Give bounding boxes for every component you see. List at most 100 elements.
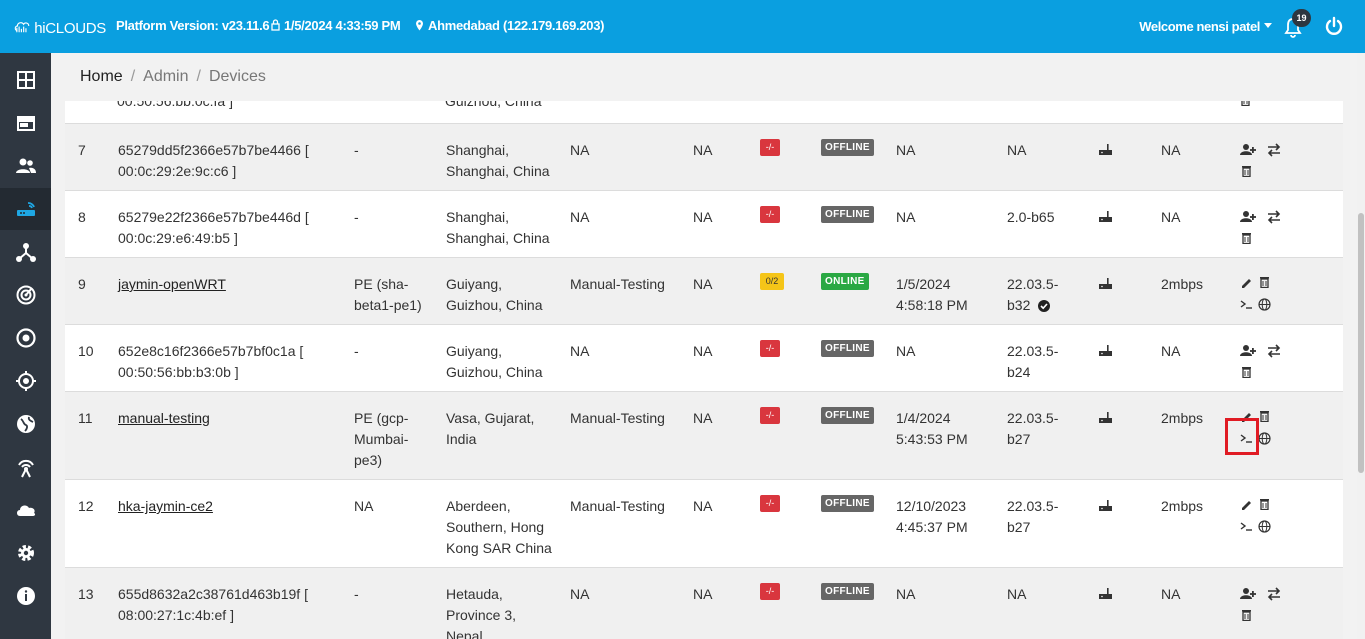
pencil-icon[interactable] — [1241, 499, 1253, 511]
add-user-icon[interactable] — [1240, 587, 1256, 600]
sidebar-item-radar[interactable] — [0, 274, 51, 316]
sidebar-item-globe[interactable] — [0, 403, 51, 445]
table-row: 12 hka-jaymin-ce2 NA Aberdeen, Southern, Hon… — [65, 480, 1343, 568]
user-menu[interactable]: Welcome nensi patel — [1139, 19, 1260, 34]
firmware-cell: NA — [1007, 586, 1027, 602]
trash-icon[interactable] — [1259, 410, 1270, 422]
na-cell: NA — [693, 276, 713, 292]
globe-icon[interactable] — [1258, 432, 1271, 445]
sidebar-item-settings[interactable] — [0, 532, 51, 574]
crosshair-icon — [15, 371, 36, 391]
swap-icon[interactable] — [1267, 587, 1281, 601]
console-icon[interactable] — [1240, 520, 1253, 533]
location-cell: Guizhou, China — [446, 364, 543, 380]
trash-icon[interactable] — [1259, 498, 1270, 510]
sidebar-item-dashboard[interactable] — [0, 59, 51, 101]
location-cell: Shanghai, — [446, 142, 510, 158]
tunnel-status-badge: -/- — [760, 407, 780, 424]
logo-text: hiCLOUDS — [34, 19, 106, 37]
location-cell: Kong SAR China — [446, 540, 552, 556]
sidebar-item-network[interactable] — [0, 231, 51, 273]
group-cell: Manual-Testing — [570, 498, 665, 514]
power-icon[interactable] — [1324, 16, 1344, 36]
breadcrumb-devices: Devices — [208, 68, 266, 85]
bandwidth-cell: 2mbps — [1161, 276, 1204, 292]
location-cell: Aberdeen, — [446, 498, 511, 514]
status-badge: OFFLINE — [821, 206, 874, 223]
devices-content: 00:50:56:bb:0c:fa ] Guizhou, China 7 6527… — [51, 101, 1357, 639]
device-name-cell[interactable]: manual-testing — [118, 408, 210, 429]
router-icon — [16, 202, 35, 216]
sidebar-item-broadcast[interactable] — [0, 446, 51, 488]
console-icon[interactable] — [1240, 298, 1253, 311]
trash-icon[interactable] — [1240, 101, 1251, 106]
sidebar-item-location[interactable] — [0, 360, 51, 402]
location-cell: Province 3, — [446, 607, 517, 623]
status-badge: OFFLINE — [821, 407, 874, 424]
sidebar-item-users[interactable] — [0, 145, 51, 187]
chevron-down-icon[interactable] — [1264, 23, 1272, 28]
bandwidth-cell: NA — [1161, 343, 1181, 359]
device-mac-cell: 00:50:56:bb:b3:0b ] — [118, 364, 239, 380]
device-name-cell[interactable]: hka-jaymin-ce2 — [118, 496, 213, 517]
globe-icon — [16, 415, 35, 433]
sidebar-item-info[interactable] — [0, 575, 51, 617]
location-cell: Guiyang, — [446, 276, 503, 292]
last-seen-cell: 1/5/2024 — [896, 276, 951, 292]
sidebar-item-target[interactable] — [0, 317, 51, 359]
trash-icon[interactable] — [1259, 276, 1270, 288]
notification-badge: 19 — [1292, 9, 1311, 27]
firmware-cell: 22.03.5- — [1007, 410, 1059, 426]
trash-icon[interactable] — [1241, 366, 1252, 378]
device-name-cell: 65279e22f2366e57b7be446d [ — [118, 209, 309, 225]
swap-icon[interactable] — [1267, 344, 1281, 358]
sidebar-item-devices[interactable] — [0, 188, 51, 230]
last-seen-cell: 4:45:37 PM — [896, 519, 968, 535]
location-cell: Shanghai, China — [446, 163, 550, 179]
tunnel-status-badge: -/- — [760, 583, 780, 600]
router-icon — [1099, 278, 1112, 289]
breadcrumb-admin[interactable]: Admin — [143, 68, 188, 86]
breadcrumb-separator: / — [196, 68, 201, 85]
router-icon — [1099, 345, 1112, 356]
group-cell: NA — [570, 586, 590, 602]
trash-icon[interactable] — [1241, 165, 1252, 177]
cloud-icon — [16, 505, 35, 516]
bandwidth-cell: NA — [1161, 586, 1181, 602]
add-user-icon[interactable] — [1240, 143, 1256, 156]
add-user-icon[interactable] — [1240, 344, 1256, 357]
swap-icon[interactable] — [1267, 210, 1281, 224]
bandwidth-cell: 2mbps — [1161, 498, 1204, 514]
na-cell: NA — [693, 142, 713, 158]
globe-icon[interactable] — [1258, 298, 1271, 311]
na-cell: NA — [693, 410, 713, 426]
row-number-cell: 10 — [78, 343, 94, 359]
swap-icon[interactable] — [1267, 143, 1281, 157]
device-mac-cell: 08:00:27:1c:4b:ef ] — [118, 607, 234, 623]
firmware-cell: b32 — [1007, 297, 1031, 313]
device-name-cell[interactable]: jaymin-openWRT — [118, 274, 226, 295]
vertical-scrollbar[interactable] — [1357, 53, 1365, 639]
sidebar-item-cloud[interactable] — [0, 489, 51, 531]
users-icon — [15, 158, 36, 173]
device-id-cell: 00:50:56:bb:0c:fa ] — [117, 101, 233, 109]
add-user-icon[interactable] — [1240, 210, 1256, 223]
pencil-icon[interactable] — [1241, 277, 1253, 289]
scrollbar-thumb[interactable] — [1358, 213, 1364, 473]
settings-icon — [17, 545, 34, 561]
pe-cell: - — [354, 586, 359, 602]
trash-icon[interactable] — [1241, 232, 1252, 244]
device-mac-cell: 00:0c:29:2e:9c:c6 ] — [118, 163, 237, 179]
hiclouds-logo[interactable]: hiCLOUDS — [14, 11, 106, 41]
trash-icon[interactable] — [1241, 609, 1252, 621]
last-seen-cell: 5:43:53 PM — [896, 431, 968, 447]
target-icon — [15, 328, 36, 348]
globe-icon[interactable] — [1258, 520, 1271, 533]
sidebar-item-store[interactable] — [0, 102, 51, 144]
breadcrumb-home[interactable]: Home — [80, 68, 123, 86]
na-cell: NA — [693, 586, 713, 602]
status-badge: OFFLINE — [821, 340, 874, 357]
pe-cell: - — [354, 142, 359, 158]
location-cell: Guiyang, — [446, 343, 503, 359]
location-cell: Shanghai, China — [446, 230, 550, 246]
